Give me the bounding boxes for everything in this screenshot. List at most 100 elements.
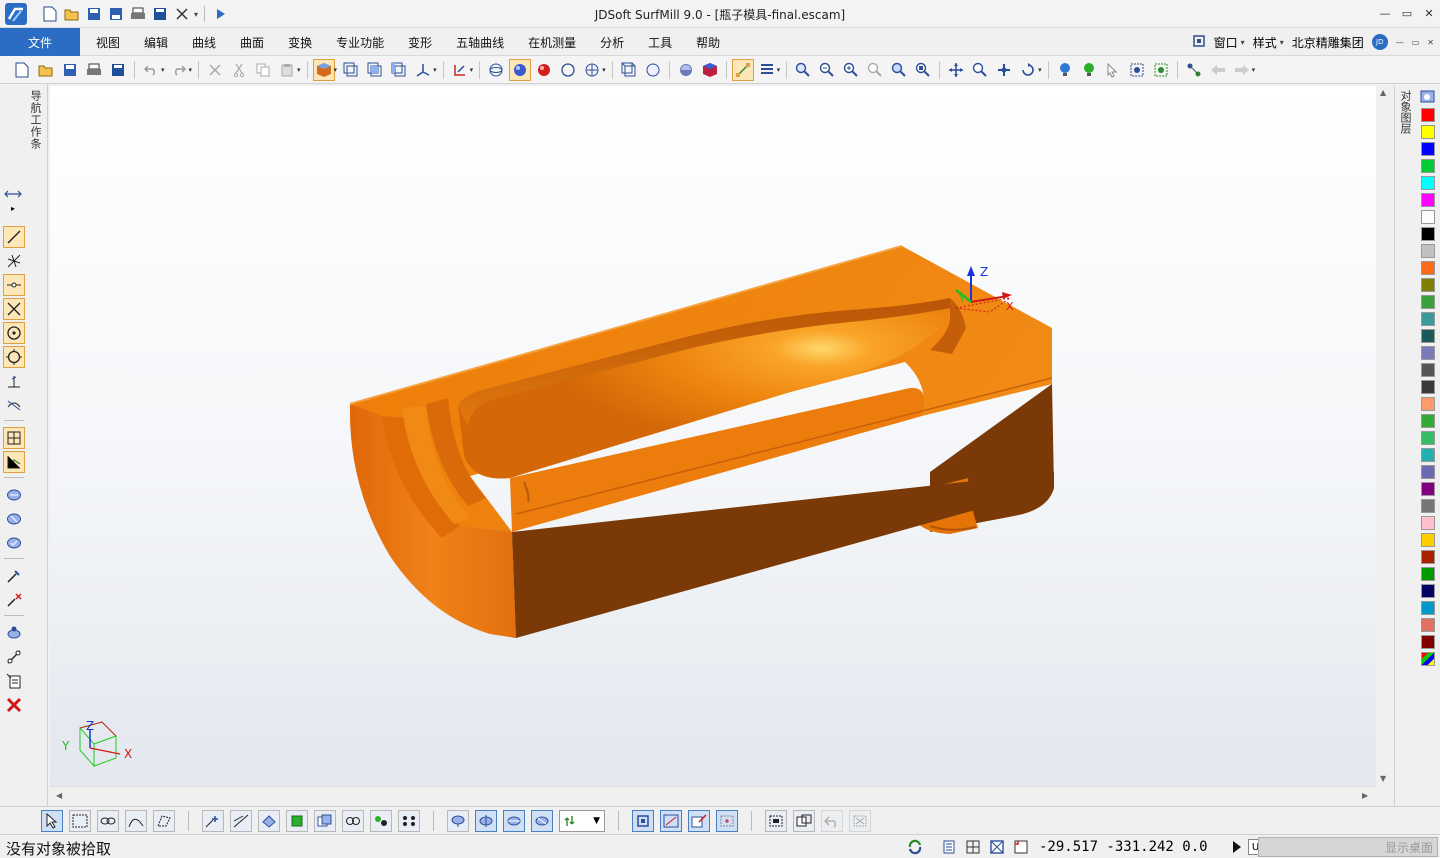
horizontal-scrollbar[interactable]: ◀ ▶ [50,786,1376,806]
grid-toggle-icon[interactable] [963,837,983,857]
undo-icon[interactable] [140,59,162,81]
save-icon[interactable] [59,59,81,81]
layer-color-swatch[interactable] [1421,108,1435,122]
layer-color-swatch[interactable] [1421,312,1435,326]
layer-color-swatch[interactable] [1421,397,1435,411]
view-dropdown-icon[interactable]: ▾ [433,66,437,74]
chain-select-icon[interactable] [97,809,119,832]
inner-close-button[interactable]: ✕ [1427,38,1434,47]
layer-color-swatch[interactable] [1421,176,1435,190]
isolate-icon[interactable] [688,809,710,832]
group-select-icon[interactable] [314,809,336,832]
layer-manage-icon[interactable] [3,622,25,644]
view-mode-dropdown-icon[interactable]: ▾ [334,66,338,74]
menu-surface[interactable]: 曲面 [228,28,276,56]
layer-color-swatch[interactable] [1421,567,1435,581]
circle-outline-icon[interactable] [642,59,664,81]
globe-icon[interactable] [581,59,603,81]
rotate-dropdown-icon[interactable]: ▾ [1038,66,1042,74]
clear-selection-icon[interactable] [849,809,871,832]
scroll-left-icon[interactable]: ◀ [56,791,62,800]
open-file-icon[interactable] [35,59,57,81]
document-stack-icon[interactable] [939,837,959,857]
menu-edit[interactable]: 编辑 [132,28,180,56]
light-blue-icon[interactable] [1054,59,1076,81]
snap-toggle-icon[interactable] [1011,837,1031,857]
layer-color-swatch[interactable] [1421,601,1435,615]
zoom-window-icon[interactable] [792,59,814,81]
menu-view[interactable]: 视图 [84,28,132,56]
material-sphere-icon[interactable] [675,59,697,81]
connect-nodes-icon[interactable] [1183,59,1205,81]
refresh-icon[interactable] [905,837,925,857]
curve-select-icon[interactable] [125,809,147,832]
layer-color-swatch[interactable] [1421,414,1435,428]
menu-tools[interactable]: 工具 [636,28,684,56]
show-all-icon[interactable] [632,809,654,832]
surface-check-icon[interactable] [3,532,25,554]
layer-color-swatch[interactable] [1421,533,1435,547]
paste-dropdown-icon[interactable]: ▾ [297,66,301,74]
cut-icon[interactable] [228,59,250,81]
pick-add-icon[interactable] [475,809,497,832]
chart-snap-icon[interactable] [3,451,25,473]
minimize-button[interactable]: — [1374,0,1396,26]
close-button[interactable]: ✕ [1418,0,1440,26]
pan-icon[interactable] [945,59,967,81]
select-filter-icon[interactable] [1102,59,1124,81]
hide-selected-icon[interactable] [660,809,682,832]
menu-curve[interactable]: 曲线 [180,28,228,56]
display-dropdown-icon[interactable]: ▾ [602,66,606,74]
rotate-view-icon[interactable] [1017,59,1039,81]
back-arrow-icon[interactable] [1207,59,1229,81]
line-tool-icon[interactable] [3,226,25,248]
zoom-out-icon[interactable] [816,59,838,81]
wire-box-icon[interactable] [618,59,640,81]
layer-color-swatch[interactable] [1421,584,1435,598]
zoom-in-icon[interactable] [840,59,862,81]
wire-sphere-icon[interactable] [485,59,507,81]
scroll-down-icon[interactable]: ▼ [1380,774,1386,783]
navigate-dropdown-icon[interactable]: ▾ [1252,66,1256,74]
layer-color-swatch[interactable] [1421,431,1435,445]
box-select-icon[interactable] [69,809,91,832]
perpendicular-icon[interactable] [3,370,25,392]
view-front-icon[interactable] [340,59,362,81]
new-file-icon[interactable] [11,59,33,81]
style-menu[interactable]: 样式 ▾ [1253,34,1284,51]
view-side-icon[interactable] [388,59,410,81]
print-icon[interactable] [83,59,105,81]
layer-color-swatch[interactable] [1421,159,1435,173]
save-all-icon[interactable] [107,59,129,81]
layer-color-swatch[interactable] [1421,380,1435,394]
inner-minimize-button[interactable]: — [1396,38,1404,47]
delete-red-x-icon[interactable] [3,694,25,716]
move-icon[interactable] [993,59,1015,81]
layer-color-swatch[interactable] [1421,363,1435,377]
layer-color-swatch[interactable] [1421,329,1435,343]
menu-help[interactable]: 帮助 [684,28,732,56]
snap-points-icon[interactable] [731,58,754,81]
layer-color-swatch[interactable] [1421,516,1435,530]
frame-select-icon[interactable] [1126,59,1148,81]
frame-select-all-icon[interactable] [1150,59,1172,81]
layer-color-swatch[interactable] [1421,652,1435,666]
menu-analysis[interactable]: 分析 [588,28,636,56]
jd-badge-icon[interactable]: JD [1371,34,1388,50]
select-window-icon[interactable] [793,809,815,832]
pick-subtract-icon[interactable] [503,809,525,832]
view-top-icon[interactable] [364,59,386,81]
object-layer-tab[interactable]: 对象图层 [1399,90,1413,134]
hidden-line-icon[interactable] [557,59,579,81]
expand-arrow-icon[interactable]: ▸ [11,204,15,213]
show-desktop-button[interactable]: 显示桌面 [1258,837,1438,857]
properties-icon[interactable] [3,670,25,692]
undo-dropdown-icon[interactable]: ▾ [161,66,165,74]
window-menu[interactable]: 窗口 ▾ [1214,34,1245,51]
layer-color-swatch[interactable] [1421,635,1435,649]
node-select-icon[interactable] [342,809,364,832]
menu-transform[interactable]: 变换 [276,28,324,56]
face-select-icon[interactable] [258,809,280,832]
redo-icon[interactable] [168,59,190,81]
construction-plane-icon[interactable] [449,59,471,81]
